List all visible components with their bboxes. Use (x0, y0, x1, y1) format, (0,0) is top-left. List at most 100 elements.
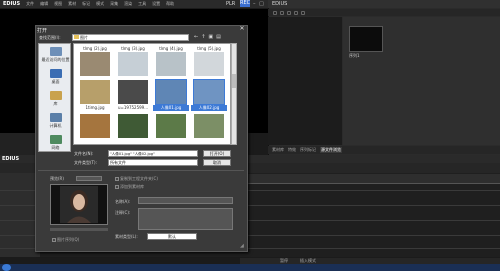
file-thumbnail (193, 79, 225, 105)
file-item[interactable]: tlmg (2).jpg (77, 46, 113, 77)
clip-type-dropdown[interactable]: 默认 (147, 233, 197, 240)
file-item[interactable]: 1timg.jpg (77, 80, 113, 110)
recent-icon (49, 47, 62, 56)
image-sequence-option[interactable]: 图片序列(Q) (52, 237, 79, 243)
menu-clip[interactable]: 素材 (66, 1, 78, 7)
timeline-ruler[interactable] (228, 174, 500, 184)
name-field[interactable] (138, 197, 233, 204)
add-to-bin-option[interactable]: 添加到素材库 (115, 184, 144, 190)
resize-grip-icon[interactable]: ◢ (240, 243, 246, 249)
filetype-dropdown[interactable]: 所有文件 (108, 159, 198, 166)
file-name: 人像01.jpg (153, 105, 189, 111)
tab-bin[interactable]: 素材库 (272, 147, 284, 153)
menu-help[interactable]: 帮助 (164, 1, 176, 7)
file-item[interactable]: tlmg (3).jpg (115, 46, 151, 77)
file-name: 人像02.jpg (191, 105, 227, 111)
sequence-clip-thumbnail[interactable] (349, 26, 383, 52)
menu-edit[interactable]: 编辑 (38, 1, 50, 7)
close-icon[interactable]: ✕ (238, 26, 246, 32)
copy-checkbox[interactable] (115, 177, 119, 181)
tab-source-browser[interactable]: 源文件浏览 (320, 147, 342, 153)
file-name: tlmg (5).jpg (197, 46, 221, 51)
menu-render[interactable]: 渲染 (122, 1, 134, 7)
filetype-label: 文件类型(T): (74, 160, 97, 165)
file-item[interactable]: u=19752599... (115, 80, 151, 110)
open-button[interactable]: 打开(O) (203, 150, 231, 157)
file-thumbnail (156, 114, 186, 138)
file-item[interactable] (77, 114, 113, 139)
file-item[interactable] (115, 114, 151, 139)
lookin-label: 查找范围(I): (39, 35, 61, 40)
sequence-checkbox[interactable] (52, 238, 56, 242)
network-icon (49, 135, 62, 144)
lookin-dropdown[interactable]: 图片 (72, 34, 189, 41)
place-library[interactable]: 库 (39, 91, 72, 107)
menu-file[interactable]: 文件 (24, 1, 36, 7)
preview-image (60, 186, 98, 223)
computer-icon (49, 113, 62, 122)
preview-label: 预览(R) (50, 176, 64, 181)
menu-mode[interactable]: 模式 (94, 1, 106, 7)
library-icon (49, 91, 62, 100)
tab-sequence-markers[interactable]: 序列标记 (300, 147, 316, 153)
recorder-tab[interactable]: REC (240, 0, 250, 7)
file-item[interactable] (153, 114, 189, 139)
up-folder-icon[interactable]: ↑ (201, 34, 205, 40)
place-recent[interactable]: 最近访问的位置 (39, 47, 72, 63)
add-icon[interactable] (294, 10, 298, 15)
file-name: tlmg (2).jpg (83, 46, 107, 51)
filename-label: 文件名(N): (74, 151, 94, 156)
bin-folder-tree[interactable] (268, 17, 342, 145)
menu-marker[interactable]: 标记 (80, 1, 92, 7)
track-headers[interactable] (0, 173, 40, 257)
name-label: 名称(A): (115, 199, 131, 204)
app-logo: EDIUS (3, 1, 21, 7)
copy-to-project-option[interactable]: 复制到工程文件夹(C) (115, 176, 158, 182)
delete-icon[interactable] (301, 10, 305, 15)
tab-effects[interactable]: 特效 (288, 147, 296, 153)
up-icon[interactable] (287, 10, 291, 15)
bin-toolbar (268, 9, 500, 16)
player-controls (0, 133, 40, 155)
player-tab[interactable]: PLR (226, 1, 235, 7)
desktop-icon (49, 69, 62, 78)
note-field[interactable] (138, 208, 233, 230)
dialog-title: 打开 (37, 28, 48, 34)
start-button[interactable] (2, 264, 11, 271)
file-item[interactable]: 人像02.jpg (191, 79, 227, 111)
preview-slider[interactable] (50, 228, 108, 231)
back-icon[interactable]: ← (194, 34, 198, 40)
file-item[interactable] (191, 114, 227, 139)
preview-dropdown[interactable] (76, 176, 102, 181)
menu-capture[interactable]: 采集 (108, 1, 120, 7)
file-item[interactable]: tlmg (4).jpg (153, 46, 189, 77)
bin-tabs: 素材库 特效 序列标记 源文件浏览 (268, 146, 500, 154)
place-network[interactable]: 网络 (39, 135, 72, 151)
menu-settings[interactable]: 设置 (150, 1, 162, 7)
file-list-scrollbar[interactable] (231, 43, 237, 145)
new-folder-icon[interactable]: ▣ (208, 34, 213, 40)
file-thumbnail (80, 52, 110, 76)
add-to-bin-checkbox[interactable] (115, 185, 119, 189)
search-icon[interactable] (280, 10, 284, 15)
menu-tools[interactable]: 工具 (136, 1, 148, 7)
place-computer[interactable]: 计算机 (39, 113, 72, 129)
dialog-nav-icons: ← ↑ ▣ ▤ (194, 34, 221, 40)
file-list[interactable]: tlmg (2).jpg tlmg (3).jpg tlmg (4).jpg tlmg… (73, 43, 231, 145)
folder-icon[interactable] (273, 10, 277, 15)
scrollbar-thumb[interactable] (232, 74, 236, 88)
view-menu-icon[interactable]: ▤ (216, 34, 221, 40)
file-name: 1timg.jpg (85, 105, 105, 110)
menu-view[interactable]: 视图 (52, 1, 64, 7)
file-thumbnail (155, 79, 187, 105)
bin-title: EDIUS (272, 1, 288, 7)
place-desktop[interactable]: 桌面 (39, 69, 72, 85)
places-bar: 最近访问的位置 桌面 库 计算机 网络 (38, 43, 71, 152)
file-name: tlmg (3).jpg (121, 46, 145, 51)
file-thumbnail (80, 114, 110, 138)
file-item[interactable]: tlmg (5).jpg (191, 46, 227, 77)
filename-input[interactable]: "人像01.jpg" "人像02.jpg" (108, 150, 198, 157)
cancel-button[interactable]: 取消 (203, 159, 231, 166)
dialog-divider (38, 170, 244, 171)
file-item[interactable]: 人像01.jpg (153, 79, 189, 111)
